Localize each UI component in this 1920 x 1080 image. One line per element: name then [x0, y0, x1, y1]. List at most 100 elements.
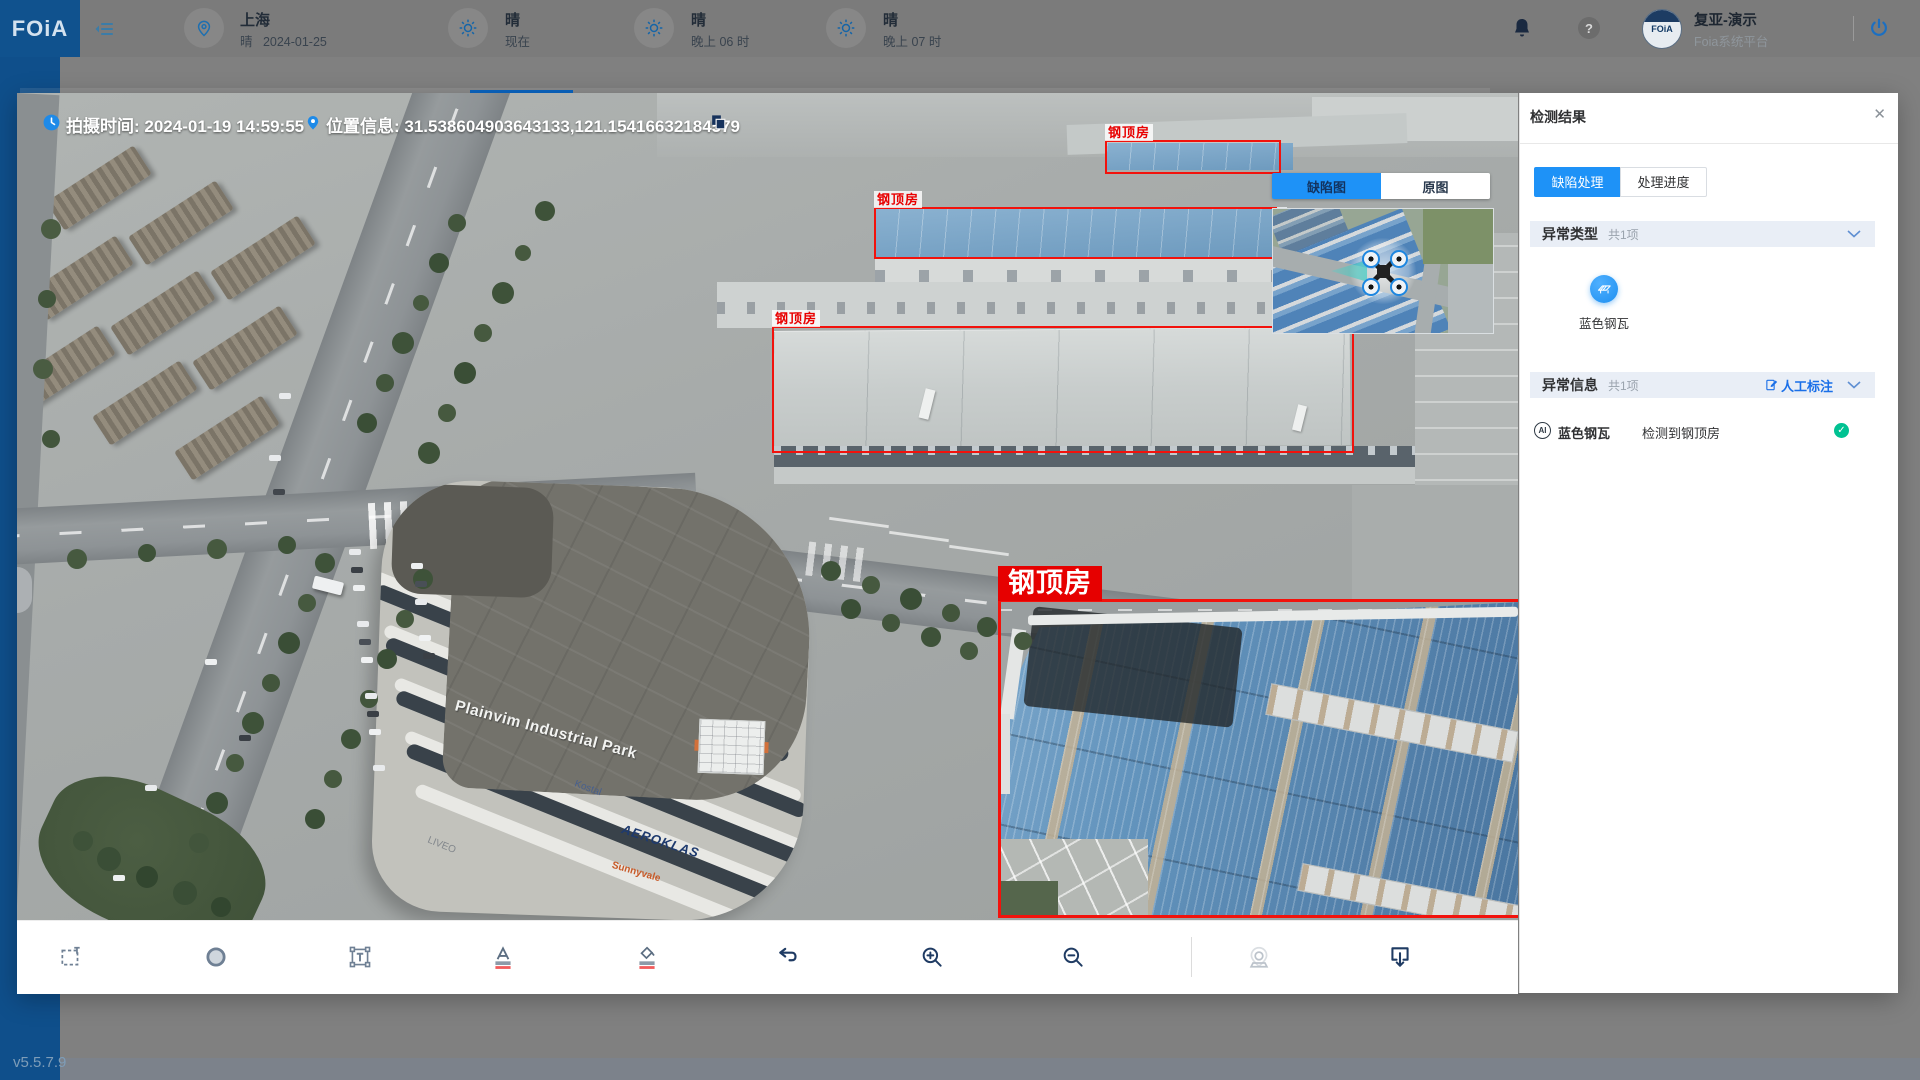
- apartment-tower: [92, 360, 198, 445]
- footer-band: [60, 1058, 1920, 1080]
- rect-select-tool-icon[interactable]: [58, 944, 84, 970]
- original-view-button[interactable]: 原图: [1381, 173, 1490, 199]
- detection-box-label: 钢顶房: [772, 310, 820, 327]
- apartment-tower: [46, 145, 152, 230]
- defect-info-row[interactable]: AI 蓝色钢瓦 检测到钢顶房 ✓: [1520, 421, 1898, 443]
- menu-collapse-icon[interactable]: [92, 17, 116, 41]
- section-count: 共1项: [1608, 377, 1639, 394]
- annotation-toolbar: [17, 920, 1518, 994]
- defect-type-item[interactable]: 蓝色钢瓦: [1576, 275, 1632, 332]
- apartment-tower: [192, 305, 298, 390]
- defect-row-type: 蓝色钢瓦: [1558, 423, 1610, 442]
- tab-progress[interactable]: 处理进度: [1620, 167, 1707, 197]
- sun-icon: [448, 8, 488, 48]
- sun-icon: [634, 8, 674, 48]
- tab-defect-handling[interactable]: 缺陷处理: [1534, 167, 1621, 197]
- ai-icon: AI: [1534, 422, 1551, 439]
- parked-cars: [17, 93, 29, 99]
- chevron-down-icon[interactable]: [1847, 381, 1861, 389]
- section-count: 共1项: [1608, 226, 1639, 243]
- avatar[interactable]: FOiA: [1642, 9, 1682, 49]
- ellipse-tool-icon[interactable]: [203, 944, 229, 970]
- zoom-out-icon[interactable]: [1060, 944, 1086, 970]
- detection-panel: 检测结果 ✕ 缺陷处理 处理进度 异常类型 共1项 蓝色钢瓦 异常信息 共1项 …: [1519, 93, 1898, 993]
- minimap-field: [1423, 209, 1493, 264]
- city-label: 上海: [240, 9, 270, 30]
- section-title: 异常信息: [1542, 375, 1598, 395]
- panel-title: 检测结果: [1530, 107, 1586, 127]
- defect-row-desc: 检测到钢顶房: [1642, 423, 1720, 442]
- locate-pin-icon[interactable]: [1246, 944, 1272, 970]
- detection-box[interactable]: 钢顶房: [1105, 140, 1281, 174]
- divider: [1520, 143, 1898, 144]
- app-logo: FOiA: [0, 0, 80, 57]
- location-pin-icon: [304, 113, 322, 136]
- forecast-0-time: 现在: [505, 31, 530, 50]
- industrial-park-building: Plainvim Industrial Park Kostal AEROKLAS…: [370, 478, 815, 920]
- font-color-tool-icon[interactable]: [490, 944, 516, 970]
- close-icon[interactable]: ✕: [1873, 105, 1886, 123]
- image-review-modal: Plainvim Industrial Park Kostal AEROKLAS…: [17, 93, 1897, 993]
- check-icon: ✓: [1834, 423, 1849, 438]
- help-icon[interactable]: ?: [1578, 17, 1600, 39]
- version-label: v5.5.7.9: [13, 1054, 66, 1071]
- zoom-in-icon[interactable]: [919, 944, 945, 970]
- topbar-divider: [1853, 16, 1854, 41]
- clock-icon: [42, 113, 61, 137]
- apartment-tower: [174, 395, 280, 480]
- export-download-icon[interactable]: [1387, 944, 1413, 970]
- forecast-2-weather: 晴: [883, 9, 898, 30]
- logout-power-icon[interactable]: [1868, 17, 1890, 39]
- fill-color-tool-icon[interactable]: [634, 944, 660, 970]
- forecast-1-time: 晚上 06 时: [691, 31, 749, 50]
- weather-now-label: 晴: [240, 35, 253, 49]
- coordinates-label: 位置信息: 31.538604903643133,121.15416632184…: [326, 112, 740, 137]
- minimap[interactable]: [1272, 208, 1494, 334]
- blue-steel-roof-icon: [1590, 275, 1618, 303]
- crosswalk: [805, 541, 869, 582]
- forecast-2-time: 晚上 07 时: [883, 31, 941, 50]
- section-anomaly-type: 异常类型 共1项: [1530, 221, 1875, 247]
- image-viewer[interactable]: Plainvim Industrial Park Kostal AEROKLAS…: [17, 93, 1518, 920]
- apartment-tower: [210, 215, 316, 300]
- section-title: 异常类型: [1542, 224, 1598, 244]
- location-pin-icon: [184, 8, 224, 48]
- apartment-tower: [128, 180, 234, 265]
- section-anomaly-info: 异常信息 共1项 人工标注: [1530, 372, 1875, 398]
- user-platform: Foia系统平台: [1694, 31, 1768, 50]
- date-label: 2024-01-25: [263, 35, 327, 49]
- manual-annotate-button[interactable]: 人工标注: [1766, 376, 1833, 395]
- apartment-tower: [110, 270, 216, 355]
- city-weather-date: 晴 2024-01-25: [240, 31, 327, 50]
- sun-icon: [826, 8, 866, 48]
- roof-dark-section: [391, 483, 555, 599]
- minimap-building: [1448, 264, 1493, 334]
- warehouse-wall: [875, 257, 1289, 282]
- rooftop-unit: [698, 719, 766, 775]
- detection-box-label: 钢顶房: [1105, 124, 1153, 141]
- tenant-sign: LIVEO: [426, 835, 457, 856]
- detection-box[interactable]: 钢顶房: [772, 326, 1354, 453]
- user-name: 复亚-演示: [1694, 9, 1757, 30]
- forecast-1-weather: 晴: [691, 9, 706, 30]
- view-toggle: 缺陷图 原图: [1272, 173, 1490, 199]
- topbar: FOiA 上海 晴 2024-01-25 晴 现在 晴 晚上 06 时 晴 晚上…: [0, 0, 1920, 57]
- warehouse-base: [774, 467, 1436, 484]
- detection-box[interactable]: 钢顶房: [874, 207, 1277, 259]
- drone-icon: [1365, 253, 1401, 289]
- toolbar-divider: [1191, 937, 1192, 977]
- text-tool-icon[interactable]: [347, 944, 373, 970]
- detection-box-label: 钢顶房: [874, 191, 922, 208]
- manual-annotate-label: 人工标注: [1781, 376, 1833, 395]
- capture-time-label: 拍摄时间: 2024-01-19 14:59:55: [66, 112, 304, 137]
- detection-box-label: 钢顶房: [998, 566, 1102, 601]
- defect-type-label: 蓝色钢瓦: [1576, 313, 1632, 332]
- chevron-down-icon[interactable]: [1847, 230, 1861, 238]
- forecast-0-weather: 晴: [505, 9, 520, 30]
- defect-view-button[interactable]: 缺陷图: [1272, 173, 1381, 199]
- detection-box[interactable]: 钢顶房: [998, 599, 1518, 918]
- notifications-bell-icon[interactable]: [1510, 16, 1534, 42]
- facade-band: [413, 783, 814, 920]
- copy-icon[interactable]: [709, 113, 728, 137]
- undo-icon[interactable]: [776, 944, 802, 970]
